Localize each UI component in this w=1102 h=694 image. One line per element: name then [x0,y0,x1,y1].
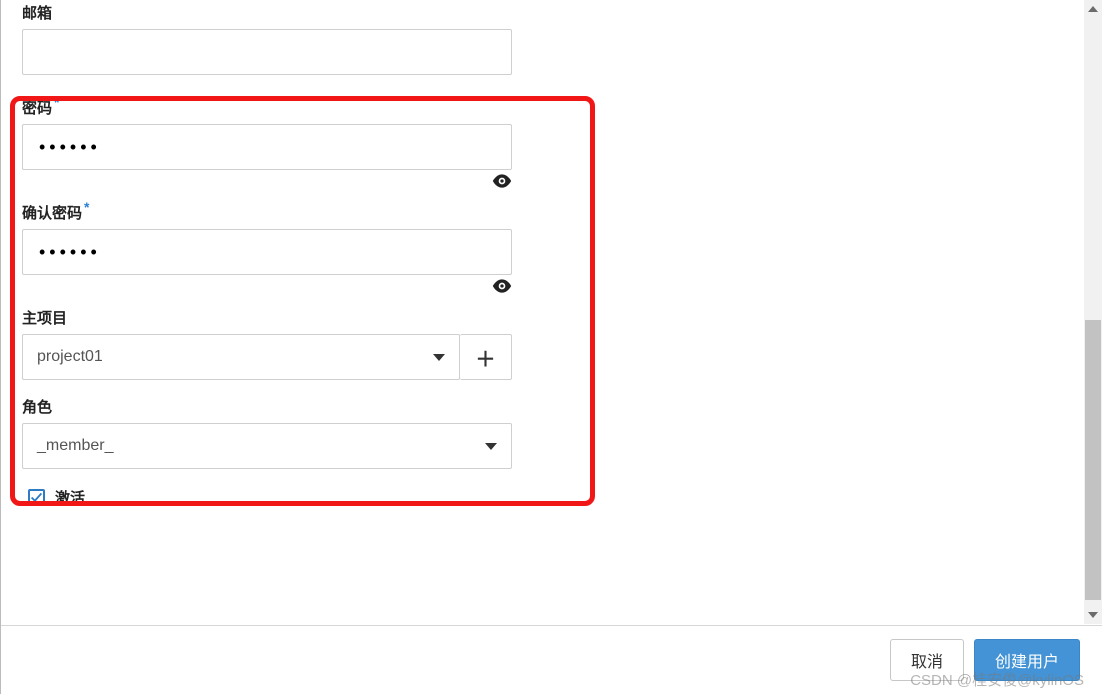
role-value: _member_ [37,437,113,455]
main-project-group: 主项目 project01 ＋ [22,307,1082,380]
password-label: 密码 [22,97,1082,118]
password-group: 密码 [22,97,1082,192]
scrollbar[interactable] [1084,0,1102,624]
active-group: 激活 [28,487,1082,508]
confirm-password-input-wrap [22,229,512,275]
chevron-down-icon [485,443,497,450]
create-user-modal: 邮箱 密码 确认密码 [0,0,1102,694]
confirm-password-label: 确认密码 [22,202,1082,223]
email-input[interactable] [37,41,497,64]
form-scroll-area: 邮箱 密码 确认密码 [2,0,1102,624]
plus-icon: ＋ [476,343,496,372]
confirm-password-input[interactable] [37,241,497,264]
email-input-wrap [22,29,512,75]
role-group: 角色 _member_ [22,396,1082,469]
password-input[interactable] [37,136,497,159]
email-group: 邮箱 [22,2,1082,75]
role-select[interactable]: _member_ [22,423,512,469]
main-project-value: project01 [37,348,103,366]
eye-icon[interactable] [492,174,512,192]
active-label: 激活 [55,487,85,508]
password-input-wrap [22,124,512,170]
main-project-label: 主项目 [22,307,1082,328]
eye-icon[interactable] [492,279,512,297]
add-project-button[interactable]: ＋ [460,334,512,380]
scroll-down-icon[interactable] [1084,606,1102,624]
create-user-button[interactable]: 创建用户 [974,639,1080,681]
email-label: 邮箱 [22,2,1082,23]
form-body: 邮箱 密码 确认密码 [2,2,1102,528]
active-checkbox[interactable] [28,489,45,506]
role-label: 角色 [22,396,1082,417]
confirm-password-group: 确认密码 [22,202,1082,297]
main-project-select[interactable]: project01 [22,334,460,380]
modal-footer: 取消 创建用户 [1,625,1102,694]
cancel-button[interactable]: 取消 [890,639,964,681]
scroll-up-icon[interactable] [1084,0,1102,18]
scroll-thumb[interactable] [1085,320,1101,600]
chevron-down-icon [433,354,445,361]
